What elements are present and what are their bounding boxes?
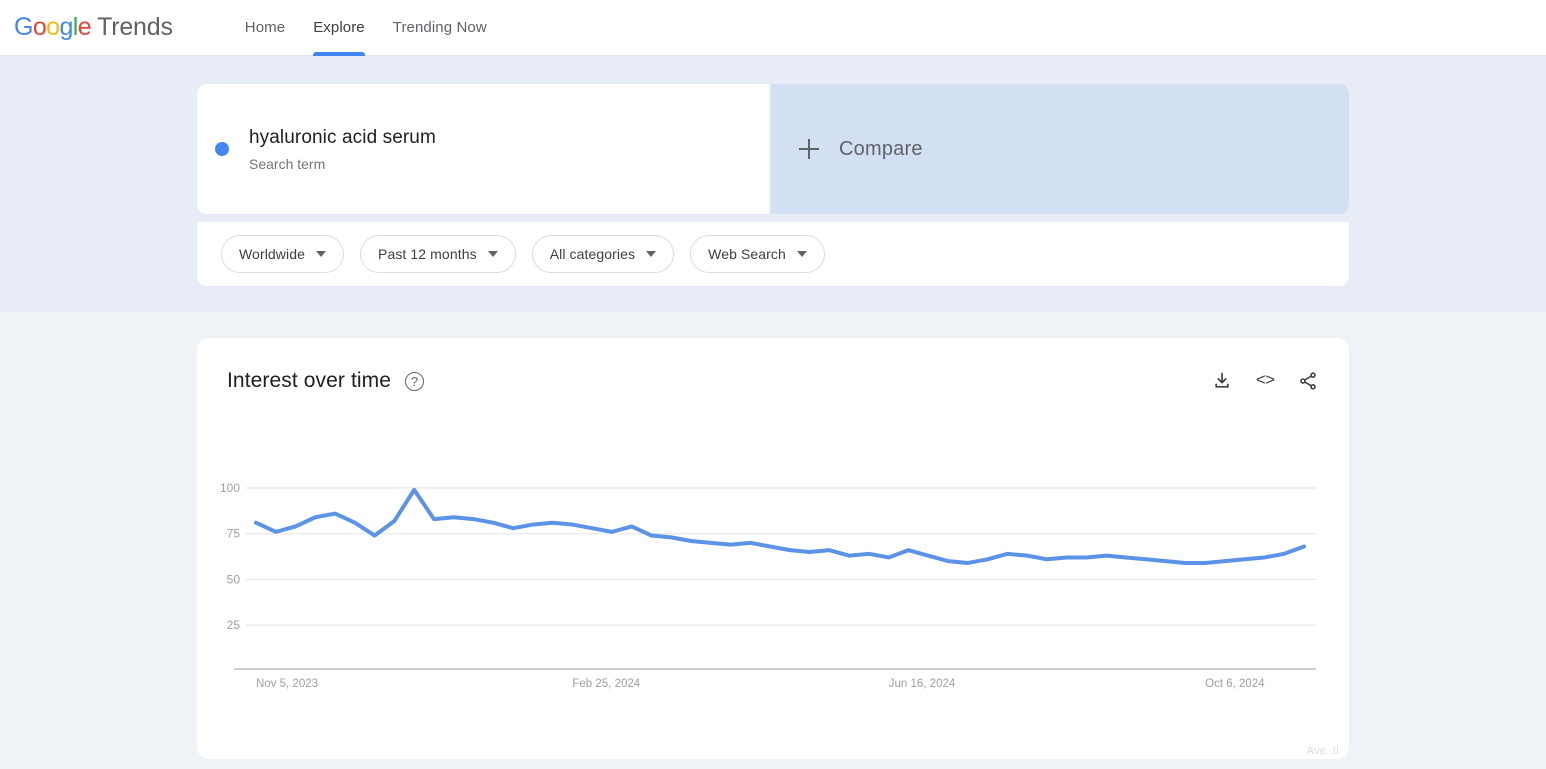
filter-category[interactable]: All categories xyxy=(531,235,675,273)
help-icon[interactable]: ? xyxy=(405,371,425,391)
download-icon[interactable] xyxy=(1211,370,1233,392)
search-term-type: Search term xyxy=(249,155,326,172)
series-color-dot xyxy=(215,142,229,156)
interest-over-time-line-chart: 25 50 75 100 Nov 5, 2023 Feb 25, 2024 Jun 16, … xyxy=(220,481,1316,690)
chart-title: Interest over time xyxy=(227,369,392,392)
filter-time-range[interactable]: Past 12 months xyxy=(360,235,516,273)
x-axis-tick-1: Feb 25, 2024 xyxy=(572,678,640,690)
y-axis-tick-50: 50 xyxy=(227,572,241,586)
logo-letter-o1: o xyxy=(32,13,47,41)
search-term-text: hyaluronic acid serum Search term xyxy=(249,126,436,173)
x-axis-tick-0: Nov 5, 2023 xyxy=(256,678,318,690)
chart-actions: <> xyxy=(1211,370,1319,392)
search-term-value: hyaluronic acid serum xyxy=(249,126,436,148)
google-trends-logo[interactable]: Google Trends xyxy=(14,13,173,42)
google-wordmark: Google xyxy=(14,13,92,42)
series-line-hyaluronic-acid-serum xyxy=(254,487,1306,565)
main-nav: Home Explore Trending Now xyxy=(231,0,501,56)
filter-bar: Worldwide Past 12 months All categories … xyxy=(197,222,1349,286)
filter-time-range-label: Past 12 months xyxy=(378,246,477,262)
compare-label: Compare xyxy=(839,137,923,160)
query-row: hyaluronic acid serum Search term Compar… xyxy=(197,84,1349,214)
filter-location-label: Worldwide xyxy=(239,246,305,262)
x-axis-tick-2: Jun 16, 2024 xyxy=(889,678,956,690)
y-axis-tick-75: 75 xyxy=(227,527,241,541)
chart-plot-area: 25 50 75 100 Nov 5, 2023 Feb 25, 2024 Jun 16, … xyxy=(197,338,1349,759)
chart-title-wrap: Interest over time ? xyxy=(227,369,425,393)
filter-search-type[interactable]: Web Search xyxy=(690,235,825,273)
nav-item-home[interactable]: Home xyxy=(231,0,299,56)
filter-location[interactable]: Worldwide xyxy=(221,235,344,273)
filter-category-label: All categories xyxy=(549,246,636,262)
nav-item-trending-now[interactable]: Trending Now xyxy=(379,0,501,56)
x-axis-tick-3: Oct 6, 2024 xyxy=(1205,678,1265,690)
logo-letter-g: G xyxy=(14,13,33,41)
chevron-down-icon xyxy=(316,251,326,257)
trends-wordmark: Trends xyxy=(97,13,173,41)
query-band: hyaluronic acid serum Search term Compar… xyxy=(0,56,1546,312)
filter-search-type-label: Web Search xyxy=(708,246,786,262)
app-header: Google Trends Home Explore Trending Now xyxy=(0,0,1546,56)
compare-button[interactable]: Compare xyxy=(771,84,1349,214)
logo-letter-e: e xyxy=(77,13,92,41)
plus-icon xyxy=(799,139,819,159)
chevron-down-icon xyxy=(646,251,657,257)
chevron-down-icon xyxy=(796,251,807,257)
y-axis-tick-25: 25 xyxy=(227,618,241,632)
share-icon[interactable] xyxy=(1297,370,1319,392)
logo-letter-o2: o xyxy=(46,13,60,41)
chart-header: Interest over time ? <> xyxy=(227,366,1319,396)
watermark-text: Ave..ti xyxy=(1306,745,1339,757)
results-band: Interest over time ? <> 25 50 75 100 Nov… xyxy=(0,312,1546,759)
chevron-down-icon xyxy=(487,251,498,257)
logo-letter-g2: g xyxy=(59,13,73,41)
nav-item-explore[interactable]: Explore xyxy=(299,0,379,56)
y-axis-tick-100: 100 xyxy=(220,481,240,495)
embed-code-icon[interactable]: <> xyxy=(1254,370,1276,392)
search-term-card[interactable]: hyaluronic acid serum Search term xyxy=(197,84,769,214)
interest-over-time-card: Interest over time ? <> 25 50 75 100 Nov… xyxy=(197,338,1349,759)
